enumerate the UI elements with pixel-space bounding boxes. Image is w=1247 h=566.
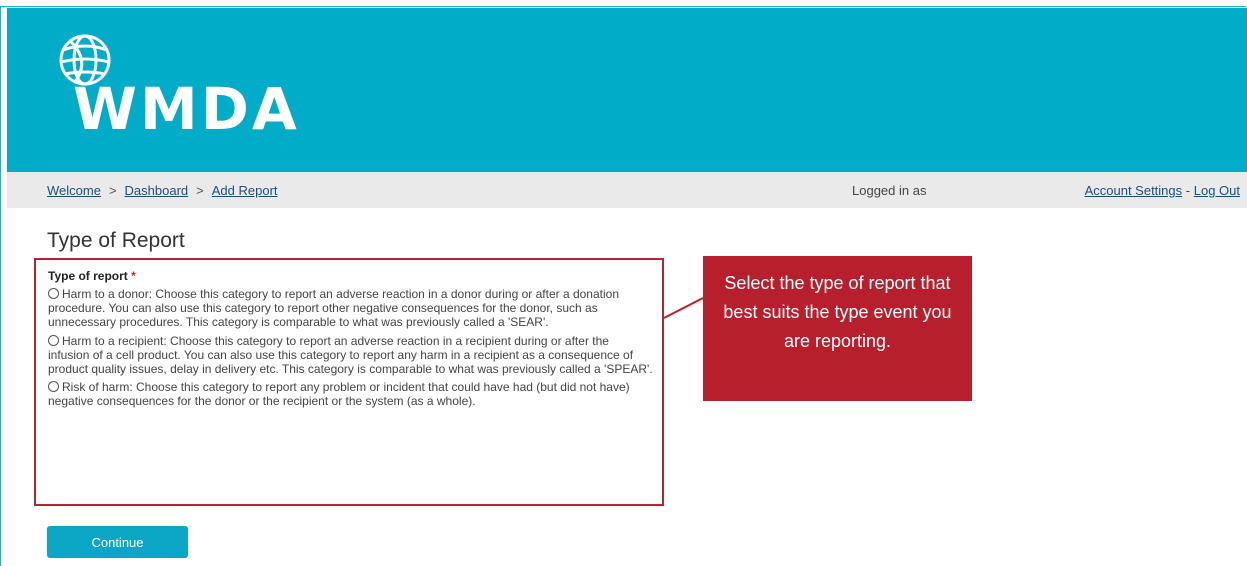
callout-connector [663,297,704,319]
continue-button[interactable]: Continue [47,526,188,558]
callout-annotation: Select the type of report that best suit… [703,256,972,401]
